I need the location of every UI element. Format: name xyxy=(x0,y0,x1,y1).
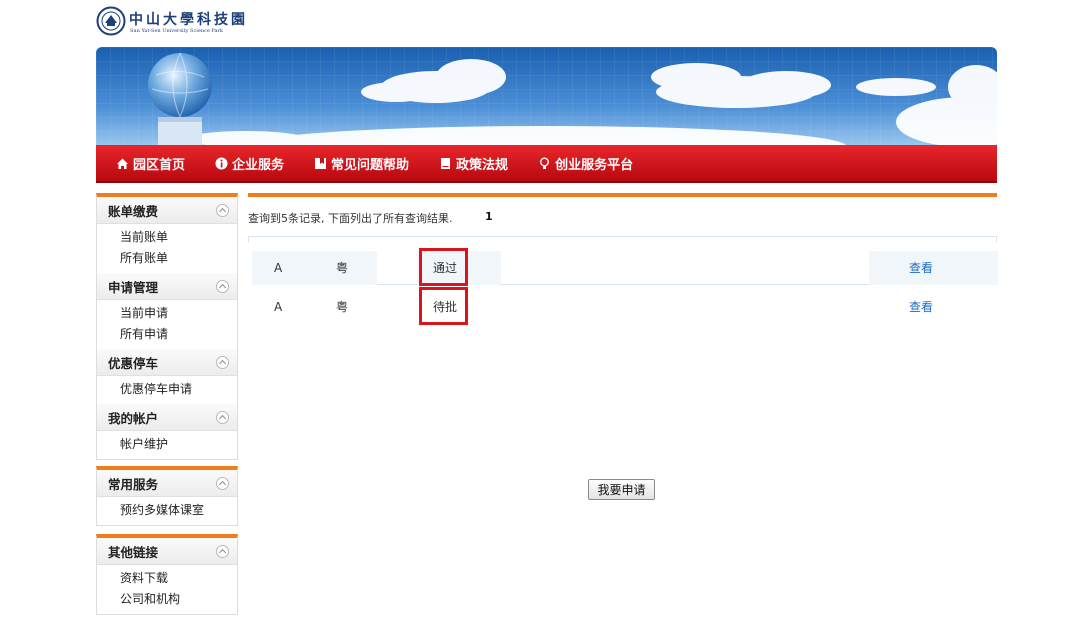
nav-item-faq-help[interactable]: 常见问题帮助 xyxy=(314,154,409,173)
sidebar-box-other-links: 其他链接 资料下载 公司和机构 xyxy=(96,534,238,615)
sidebar-group-common-services[interactable]: 常用服务 xyxy=(97,470,237,497)
row-col2: 粤 xyxy=(336,261,349,275)
collapse-icon[interactable] xyxy=(216,544,229,558)
logo-english-name: Sun Yat-Sen University Science Park xyxy=(130,28,223,34)
collapse-icon[interactable] xyxy=(216,279,229,293)
status-highlight-box xyxy=(419,248,468,286)
row-col1: A xyxy=(274,300,283,314)
sidebar-item-all-bills[interactable]: 所有账单 xyxy=(120,248,237,269)
sidebar-item-downloads[interactable]: 资料下载 xyxy=(120,568,237,589)
nav-item-label: 政策法规 xyxy=(456,157,509,173)
result-summary-text: 查询到5条记录, 下面列出了所有查询结果. xyxy=(248,212,453,225)
university-emblem-icon xyxy=(96,6,126,36)
sidebar-group-title: 申请管理 xyxy=(108,279,159,295)
header-banner xyxy=(96,47,997,146)
site-logo[interactable]: 中山大學科技園 Sun Yat-Sen University Science P… xyxy=(96,6,246,38)
status-highlight-box xyxy=(419,287,468,325)
nav-item-label: 企业服务 xyxy=(232,157,285,173)
sidebar-group-title: 常用服务 xyxy=(108,476,159,492)
table-row: A 粤 通过 查看 xyxy=(252,251,998,285)
collapse-icon[interactable] xyxy=(216,410,229,424)
collapse-icon[interactable] xyxy=(216,355,229,369)
sidebar-item-current-applications[interactable]: 当前申请 xyxy=(120,303,237,324)
lightbulb-icon xyxy=(540,157,550,169)
sidebar-item-all-applications[interactable]: 所有申请 xyxy=(120,324,237,345)
sidebar-group-my-account[interactable]: 我的帐户 xyxy=(97,404,237,431)
table-row: A 粤 待批 查看 xyxy=(252,290,998,324)
table-header-border xyxy=(248,236,997,242)
nav-item-label: 创业服务平台 xyxy=(555,157,634,173)
row-col2: 粤 xyxy=(336,300,349,314)
nav-item-home[interactable]: 园区首页 xyxy=(116,154,185,173)
home-icon xyxy=(117,158,128,169)
sidebar-item-book-multimedia-room[interactable]: 预约多媒体课室 xyxy=(120,500,237,521)
nav-item-startup-platform[interactable]: 创业服务平台 xyxy=(538,154,633,173)
sidebar-group-applications[interactable]: 申请管理 xyxy=(97,273,237,300)
logo-chinese-name: 中山大學科技園 xyxy=(129,12,248,28)
content-top-bar xyxy=(248,193,997,197)
row-col1: A xyxy=(274,261,283,275)
main-nav: 园区首页 企业服务 常见问题帮助 政策法规 创业服务平台 xyxy=(96,145,997,183)
banner-sky-globe-image xyxy=(96,47,997,146)
view-link[interactable]: 查看 xyxy=(909,251,933,285)
info-icon xyxy=(215,157,228,169)
sidebar-group-other-links[interactable]: 其他链接 xyxy=(97,538,237,565)
sidebar-group-title: 其他链接 xyxy=(108,544,159,560)
collapse-icon[interactable] xyxy=(216,203,229,217)
page-number[interactable]: 1 xyxy=(485,210,493,223)
bookmark-icon xyxy=(315,157,327,169)
sidebar-group-title: 我的帐户 xyxy=(108,410,159,426)
sidebar-item-parking-application[interactable]: 优惠停车申请 xyxy=(120,379,237,400)
sidebar-item-current-bills[interactable]: 当前账单 xyxy=(120,227,237,248)
view-link[interactable]: 查看 xyxy=(909,290,933,324)
document-icon xyxy=(441,157,451,169)
sidebar-item-companies-institutions[interactable]: 公司和机构 xyxy=(120,589,237,610)
apply-button[interactable]: 我要申请 xyxy=(588,479,655,500)
sidebar-box-common-services: 常用服务 预约多媒体课室 xyxy=(96,466,238,526)
sidebar-group-title: 优惠停车 xyxy=(108,355,159,371)
sidebar-group-billing[interactable]: 账单缴费 xyxy=(97,197,237,224)
nav-item-label: 常见问题帮助 xyxy=(331,157,410,173)
sidebar-group-parking[interactable]: 优惠停车 xyxy=(97,349,237,376)
sidebar-group-title: 账单缴费 xyxy=(108,203,159,219)
nav-item-enterprise-services[interactable]: 企业服务 xyxy=(215,154,284,173)
sidebar-box-account: 账单缴费 当前账单 所有账单 申请管理 当前申请 所有申请 优惠停车 优惠停车申… xyxy=(96,193,238,460)
nav-item-policies[interactable]: 政策法规 xyxy=(439,154,508,173)
collapse-icon[interactable] xyxy=(216,476,229,490)
sidebar-item-account-maintenance[interactable]: 帐户维护 xyxy=(120,434,237,455)
nav-item-label: 园区首页 xyxy=(133,157,186,173)
